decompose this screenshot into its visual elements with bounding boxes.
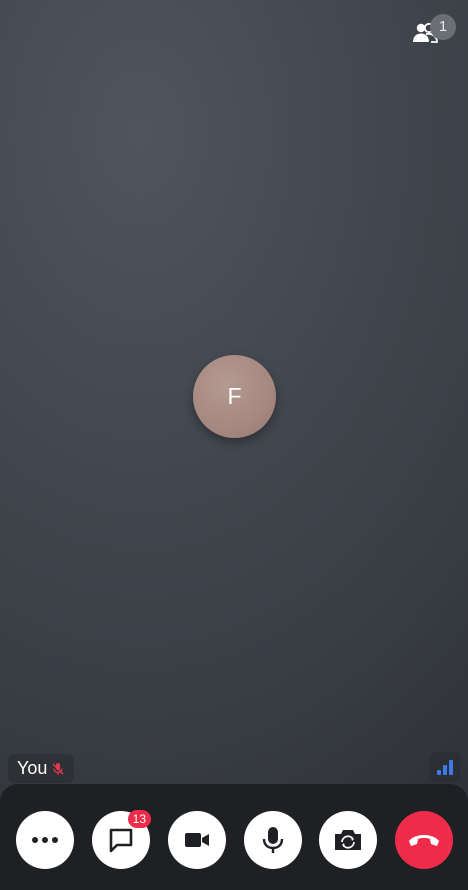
mic-muted-icon xyxy=(52,762,64,775)
participants-button[interactable]: 1 xyxy=(410,14,456,50)
video-camera-icon xyxy=(185,833,209,847)
chat-icon xyxy=(109,828,133,853)
end-call-button[interactable] xyxy=(395,811,453,869)
switch-camera-button[interactable] xyxy=(319,811,377,869)
chat-button[interactable]: 13 xyxy=(92,810,151,869)
call-controls-bar: 13 xyxy=(0,784,468,890)
microphone-toggle-button[interactable] xyxy=(244,811,302,869)
end-call-icon xyxy=(409,835,439,846)
signal-strength-icon xyxy=(430,752,460,782)
participant-avatar: F xyxy=(193,355,276,438)
camera-toggle-button[interactable] xyxy=(168,811,226,869)
self-name: You xyxy=(17,758,48,778)
self-video-label: You xyxy=(8,754,75,783)
switch-camera-icon xyxy=(335,830,361,850)
microphone-icon xyxy=(262,827,284,853)
more-options-button[interactable] xyxy=(16,811,74,869)
more-options-icon xyxy=(32,837,58,843)
participant-count-badge: 1 xyxy=(430,14,456,40)
chat-unread-badge: 13 xyxy=(127,810,151,828)
